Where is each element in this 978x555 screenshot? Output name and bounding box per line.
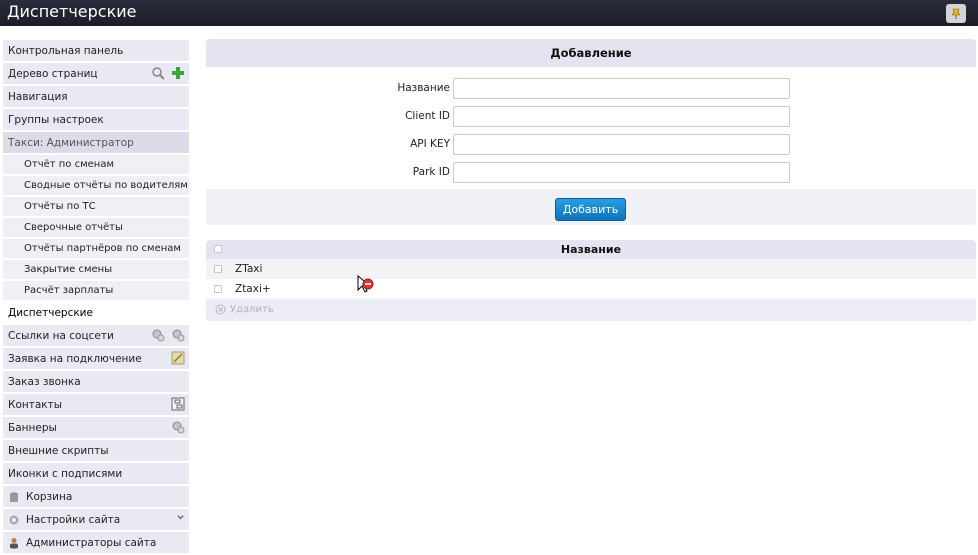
table-row[interactable]: ZTaxi <box>206 259 976 279</box>
top-bar: Диспетчерские <box>0 0 978 26</box>
table-row[interactable]: Ztaxi+ <box>206 279 976 299</box>
sidebar-subitem-vehicle-reports[interactable]: Отчёты по ТС <box>3 197 189 216</box>
chevron-down-icon[interactable] <box>176 513 185 522</box>
sidebar-item-connection-request[interactable]: Заявка на подключение <box>3 348 189 369</box>
park-id-label: Park ID <box>412 166 450 178</box>
sidebar-subitem-reconciliation-reports[interactable]: Сверочные отчёты <box>3 218 189 237</box>
sidebar-item-label: Контакты <box>8 398 63 411</box>
api-key-input[interactable] <box>453 134 790 155</box>
sidebar-subitem-driver-reports[interactable]: Сводные отчёты по водителям <box>3 176 189 195</box>
name-input[interactable] <box>453 78 790 99</box>
client-id-label: Client ID <box>405 110 450 122</box>
park-id-input[interactable] <box>453 162 790 183</box>
sidebar-item-label: Навигация <box>8 90 68 103</box>
gear-icon <box>9 515 19 524</box>
sidebar-item-label: Баннеры <box>8 421 57 434</box>
sidebar-item-captioned-icons[interactable]: Иконки с подписями <box>3 463 189 484</box>
sidebar-section-taxi-admin[interactable]: Такси: Администратор <box>3 132 189 153</box>
sidebar-item-navigation[interactable]: Навигация <box>3 86 189 107</box>
structure-icon[interactable] <box>171 397 185 411</box>
sidebar-subitem-salary[interactable]: Расчёт зарплаты <box>3 281 189 300</box>
form-row-api-key: API KEY <box>206 134 976 156</box>
sidebar: Контрольная панель Дерево страниц Навига… <box>3 40 189 555</box>
sidebar-item-label: Отчёты партнёров по сменам <box>24 243 181 254</box>
sidebar-item-external-scripts[interactable]: Внешние скрипты <box>3 440 189 461</box>
client-id-input[interactable] <box>453 106 790 127</box>
table-footer: Удалить <box>206 299 976 321</box>
sidebar-item-label: Дерево страниц <box>8 67 98 80</box>
sidebar-item-trash[interactable]: Корзина <box>3 486 189 507</box>
sidebar-item-label: Заявка на подключение <box>8 352 142 365</box>
sidebar-item-label: Контрольная панель <box>8 44 124 57</box>
edit-icon[interactable] <box>171 351 185 365</box>
sidebar-subitem-shift-report[interactable]: Отчёт по сменам <box>3 155 189 174</box>
sidebar-item-page-tree[interactable]: Дерево страниц <box>3 63 189 84</box>
sidebar-item-label: Заказ звонка <box>8 375 81 388</box>
column-header-name[interactable]: Название <box>206 243 976 256</box>
sidebar-item-settings-groups[interactable]: Группы настроек <box>3 109 189 130</box>
table-header: Название <box>206 240 976 259</box>
row-checkbox[interactable] <box>214 285 222 293</box>
pin-icon <box>951 8 961 19</box>
delete-icon <box>215 304 226 315</box>
sidebar-item-label: Сверочные отчёты <box>24 222 123 233</box>
settings-icon[interactable] <box>151 328 165 342</box>
dispatchers-table: Название ZTaxi Ztaxi+ Удалить <box>206 240 976 321</box>
settings-icon[interactable] <box>171 328 185 342</box>
sidebar-item-label: Диспетчерские <box>8 306 93 319</box>
sidebar-item-site-admins[interactable]: Администраторы сайта <box>3 532 189 553</box>
sidebar-item-label: Отчёты по ТС <box>24 201 96 212</box>
sidebar-item-label: Группы настроек <box>8 113 104 126</box>
sidebar-item-callback-order[interactable]: Заказ звонка <box>3 371 189 392</box>
page-title: Диспетчерские <box>7 2 137 21</box>
sidebar-item-social-links[interactable]: Ссылки на соцсети <box>3 325 189 346</box>
add-form-panel: Добавление Название Client ID API KEY Pa… <box>206 39 976 225</box>
sidebar-item-label: Корзина <box>26 490 73 503</box>
row-checkbox[interactable] <box>214 265 222 273</box>
settings-icon[interactable] <box>171 420 185 434</box>
api-key-label: API KEY <box>410 138 450 150</box>
sidebar-item-label: Закрытие смены <box>24 264 113 275</box>
sidebar-subitem-close-shift[interactable]: Закрытие смены <box>3 260 189 279</box>
sidebar-item-site-settings[interactable]: Настройки сайта <box>3 509 189 530</box>
cursor-icon <box>357 275 374 293</box>
sidebar-item-label: Иконки с подписями <box>8 467 123 480</box>
add-button[interactable]: Добавить <box>555 198 626 221</box>
form-row-name: Название <box>206 78 976 100</box>
sidebar-item-label: Сводные отчёты по водителям <box>24 180 188 191</box>
delete-button[interactable]: Удалить <box>230 304 274 315</box>
form-title: Добавление <box>206 39 976 67</box>
sidebar-item-contacts[interactable]: Контакты <box>3 394 189 415</box>
sidebar-item-label: Отчёт по сменам <box>24 159 114 170</box>
add-icon[interactable] <box>171 66 185 80</box>
sidebar-item-control-panel[interactable]: Контрольная панель <box>3 40 189 61</box>
sidebar-item-label: Внешние скрипты <box>8 444 109 457</box>
trash-icon <box>10 492 18 502</box>
search-icon[interactable] <box>151 66 165 80</box>
sidebar-item-dispatchers[interactable]: Диспетчерские <box>3 302 189 323</box>
form-row-park-id: Park ID <box>206 162 976 184</box>
sidebar-item-label: Настройки сайта <box>26 513 121 526</box>
sidebar-item-label: Ссылки на соцсети <box>8 329 114 342</box>
name-label: Название <box>397 82 450 94</box>
sidebar-item-label: Такси: Администратор <box>8 136 134 149</box>
form-body: Название Client ID API KEY Park ID <box>206 67 976 189</box>
row-name[interactable]: Ztaxi+ <box>235 283 271 295</box>
form-row-client-id: Client ID <box>206 106 976 128</box>
sidebar-subitem-partner-shift-reports[interactable]: Отчёты партнёров по сменам <box>3 239 189 258</box>
pin-button[interactable] <box>946 4 966 23</box>
sidebar-item-label: Расчёт зарплаты <box>24 285 114 296</box>
row-name[interactable]: ZTaxi <box>235 263 262 275</box>
sidebar-item-banners[interactable]: Баннеры <box>3 417 189 438</box>
